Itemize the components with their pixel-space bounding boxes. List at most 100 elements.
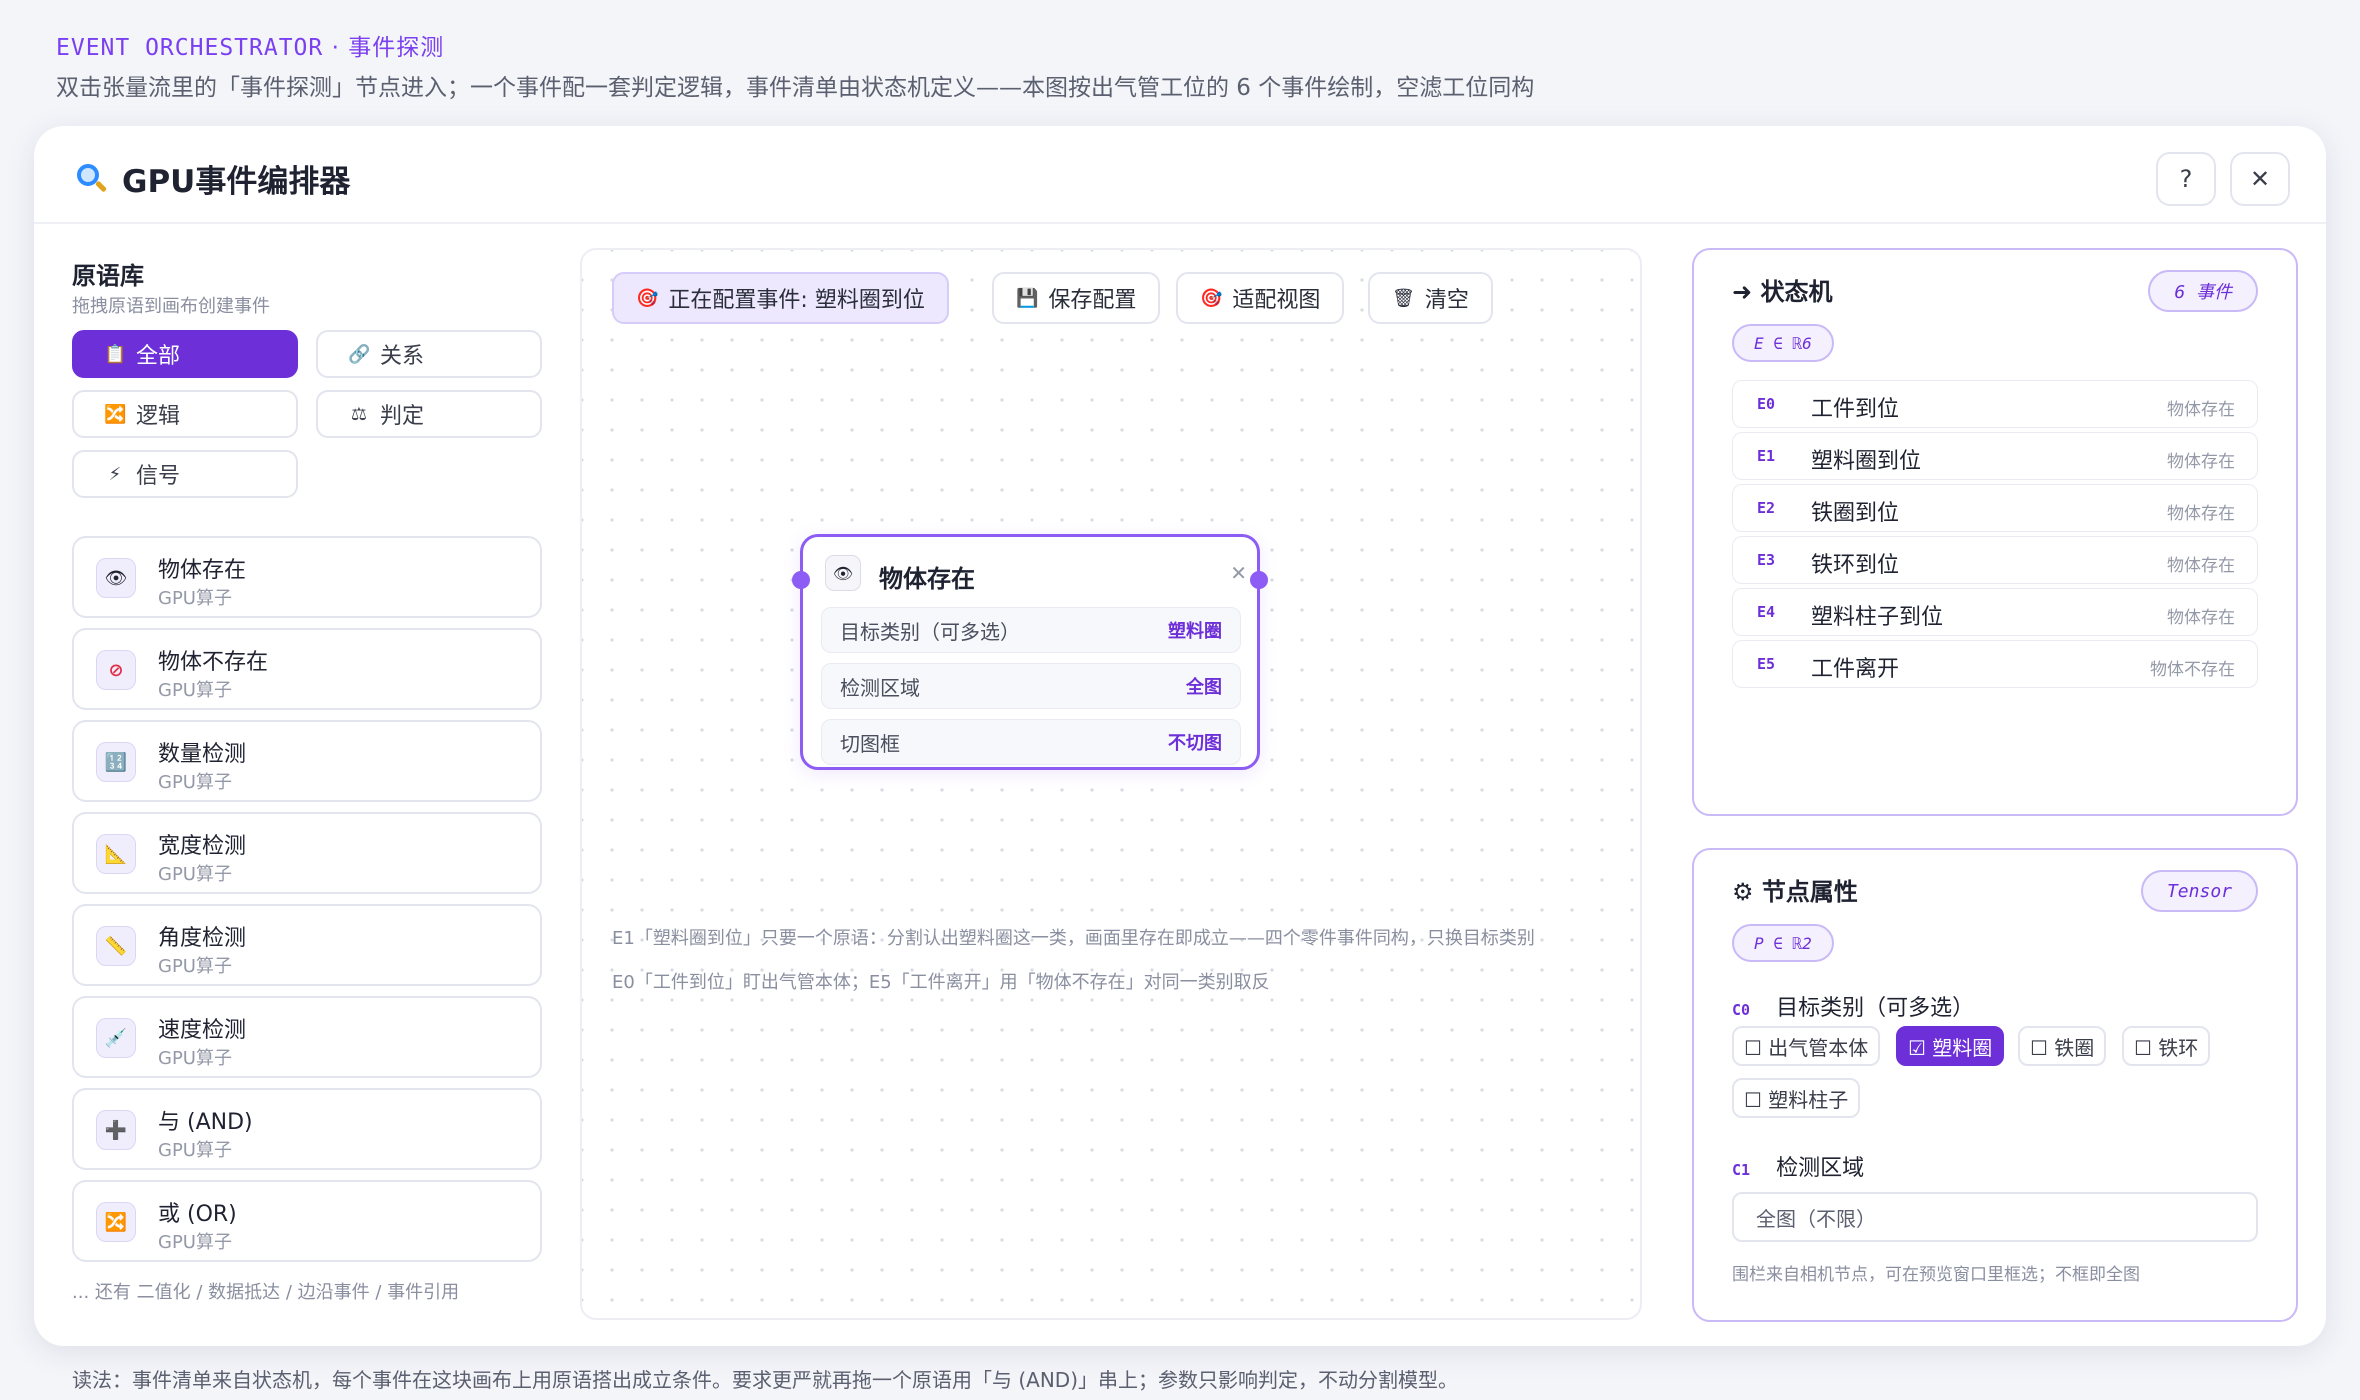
param-value: 不切图 <box>1168 733 1222 754</box>
primitive-width[interactable]: 📐 宽度检测 GPU算子 <box>72 812 542 894</box>
event-id: E3 <box>1757 551 1776 569</box>
class-chip-plastic-post[interactable]: ☐ 塑料柱子 <box>1732 1078 1861 1118</box>
primitive-name: 物体不存在 <box>158 650 269 675</box>
primitive-name: 数量检测 <box>158 742 247 767</box>
primitive-kind: GPU算子 <box>158 588 232 609</box>
primitive-kind: GPU算子 <box>158 1140 232 1161</box>
output-port[interactable] <box>1250 571 1268 589</box>
input-port[interactable] <box>792 571 810 589</box>
eyebrow-cn: 事件探测 <box>348 35 445 61</box>
filter-logic[interactable]: 🔀 逻辑 <box>72 390 298 438</box>
event-canvas[interactable]: 🎯 正在配置事件: 塑料圈到位 💾 保存配置 🎯 适配视图 🗑 清空 👁 物体存… <box>580 248 1642 1320</box>
primitive-and[interactable]: ➕ 与 (AND) GPU算子 <box>72 1088 542 1170</box>
event-row[interactable]: E1 塑料圈到位 物体存在 <box>1732 432 2258 480</box>
event-name: 工件离开 <box>1811 657 1900 682</box>
param-value: 全图 <box>1186 677 1222 698</box>
node-close-icon[interactable]: ✕ <box>1230 561 1247 585</box>
node-object-exists[interactable]: 👁 物体存在 ✕ 目标类别（可多选） 塑料圈 检测区域 全图 切图框 不切图 <box>792 534 1268 770</box>
window-title-text: GPU事件编排器 <box>122 164 351 200</box>
save-config-button[interactable]: 💾 保存配置 <box>992 272 1161 324</box>
scale-icon: ⚖ <box>350 403 368 425</box>
filter-judge[interactable]: ⚖ 判定 <box>316 390 542 438</box>
orchestrator-window: GPU事件编排器 ? ✕ 原语库 拖拽原语到画布创建事件 📋 全部 🔗 关系 🔀… <box>34 126 2326 1346</box>
class-chip-iron-ring[interactable]: ☐ 铁圈 <box>2018 1026 2107 1066</box>
event-name: 塑料圈到位 <box>1811 449 1922 474</box>
event-primitive: 物体存在 <box>2167 556 2235 576</box>
floppy-icon: 💾 <box>1016 287 1039 309</box>
event-primitive: 物体存在 <box>2167 452 2235 472</box>
event-id: E0 <box>1757 395 1776 413</box>
primitive-name: 物体存在 <box>158 558 247 583</box>
plus-icon: ➕ <box>96 1110 136 1150</box>
filter-all[interactable]: 📋 全部 <box>72 330 298 378</box>
current-event-label: 正在配置事件: 塑料圈到位 <box>668 288 925 313</box>
param-set-badge: P ∈ ℝ2 <box>1732 924 1834 962</box>
class-chip-iron-loop[interactable]: ☐ 铁环 <box>2122 1026 2211 1066</box>
filter-label: 关系 <box>380 344 425 369</box>
event-name: 铁环到位 <box>1811 553 1900 578</box>
filter-signal[interactable]: ⚡ 信号 <box>72 450 298 498</box>
param-label: 切图框 <box>840 731 900 756</box>
primitive-name: 或 (OR) <box>158 1202 237 1227</box>
primitive-name: 角度检测 <box>158 926 247 951</box>
primitive-object-absent[interactable]: ⊘ 物体不存在 GPU算子 <box>72 628 542 710</box>
library-more-text: ... 还有 二值化 / 数据抵达 / 边沿事件 / 事件引用 <box>72 1282 460 1303</box>
state-machine-panel: ➜ 状态机 6 事件 E ∈ ℝ6 E0 工件到位 物体存在 E1 塑料圈到位 … <box>1692 248 2298 816</box>
region-hint: 围栏来自相机节点，可在预览窗口里框选；不框即全图 <box>1732 1265 2140 1285</box>
event-id: E1 <box>1757 447 1776 465</box>
primitive-name: 宽度检测 <box>158 834 247 859</box>
field-id: C0 <box>1732 1001 1751 1019</box>
syringe-icon: 💉 <box>96 1018 136 1058</box>
event-id: E2 <box>1757 499 1776 517</box>
primitive-name: 速度检测 <box>158 1018 247 1043</box>
event-id: E5 <box>1757 655 1776 673</box>
detect-region-input[interactable]: 全图（不限） <box>1732 1192 2258 1242</box>
event-count-badge: 6 事件 <box>2148 270 2258 312</box>
class-chip-plastic-ring[interactable]: ☑ 塑料圈 <box>1896 1026 2005 1066</box>
event-primitive: 物体存在 <box>2167 400 2235 420</box>
node-properties-title: ⚙ 节点属性 <box>1732 878 1858 906</box>
param-label: 目标类别（可多选） <box>840 619 1020 644</box>
primitive-kind: GPU算子 <box>158 772 232 793</box>
field-target-class: C0 目标类别（可多选） <box>1732 990 1974 1022</box>
trash-icon: 🗑 <box>1392 287 1415 309</box>
event-primitive: 物体存在 <box>2167 608 2235 628</box>
primitive-speed[interactable]: 💉 速度检测 GPU算子 <box>72 996 542 1078</box>
title-divider <box>34 222 2326 224</box>
event-row[interactable]: E4 塑料柱子到位 物体存在 <box>1732 588 2258 636</box>
close-button[interactable]: ✕ <box>2230 152 2290 206</box>
primitive-object-exists[interactable]: 👁 物体存在 GPU算子 <box>72 536 542 618</box>
primitive-kind: GPU算子 <box>158 956 232 977</box>
class-chip-tube-body[interactable]: ☐ 出气管本体 <box>1732 1026 1881 1066</box>
param-value: 塑料圈 <box>1168 621 1222 642</box>
clipboard-icon: 📋 <box>104 343 127 365</box>
primitive-angle[interactable]: 📏 角度检测 GPU算子 <box>72 904 542 986</box>
event-row[interactable]: E2 铁圈到位 物体存在 <box>1732 484 2258 532</box>
primitive-or[interactable]: 🔀 或 (OR) GPU算子 <box>72 1180 542 1262</box>
node-param-row[interactable]: 切图框 不切图 <box>821 719 1241 765</box>
footer-note: 读法：事件清单来自状态机，每个事件在这块画布上用原语搭出成立条件。要求更严就再拖… <box>72 1368 1459 1392</box>
node-properties-panel: ⚙ 节点属性 Tensor P ∈ ℝ2 C0 目标类别（可多选） ☐ 出气管本… <box>1692 848 2298 1322</box>
clear-button[interactable]: 🗑 清空 <box>1368 272 1493 324</box>
tensor-type-badge: Tensor <box>2140 870 2258 912</box>
eye-icon: 👁 <box>825 555 861 591</box>
field-detect-region: C1 检测区域 <box>1732 1150 1864 1182</box>
filter-label: 全部 <box>136 344 181 369</box>
event-row[interactable]: E5 工件离开 物体不存在 <box>1732 640 2258 688</box>
node-param-row[interactable]: 目标类别（可多选） 塑料圈 <box>821 607 1241 653</box>
target-icon: 🎯 <box>1200 287 1223 309</box>
numbers-icon: 🔢 <box>96 742 136 782</box>
filter-label: 逻辑 <box>136 404 181 429</box>
event-row[interactable]: E0 工件到位 物体存在 <box>1732 380 2258 428</box>
lightning-icon: ⚡ <box>108 463 122 485</box>
help-button[interactable]: ? <box>2156 152 2216 206</box>
primitive-kind: GPU算子 <box>158 1232 232 1253</box>
node-param-row[interactable]: 检测区域 全图 <box>821 663 1241 709</box>
event-row[interactable]: E3 铁环到位 物体存在 <box>1732 536 2258 584</box>
eyebrow-en: EVENT ORCHESTRATOR <box>56 35 324 61</box>
primitive-count[interactable]: 🔢 数量检测 GPU算子 <box>72 720 542 802</box>
field-id: C1 <box>1732 1161 1751 1179</box>
canvas-note: E1「塑料圈到位」只要一个原语：分割认出塑料圈这一类，画面里存在即成立——四个零… <box>612 928 1535 949</box>
fit-view-button[interactable]: 🎯 适配视图 <box>1176 272 1345 324</box>
filter-relation[interactable]: 🔗 关系 <box>316 330 542 378</box>
